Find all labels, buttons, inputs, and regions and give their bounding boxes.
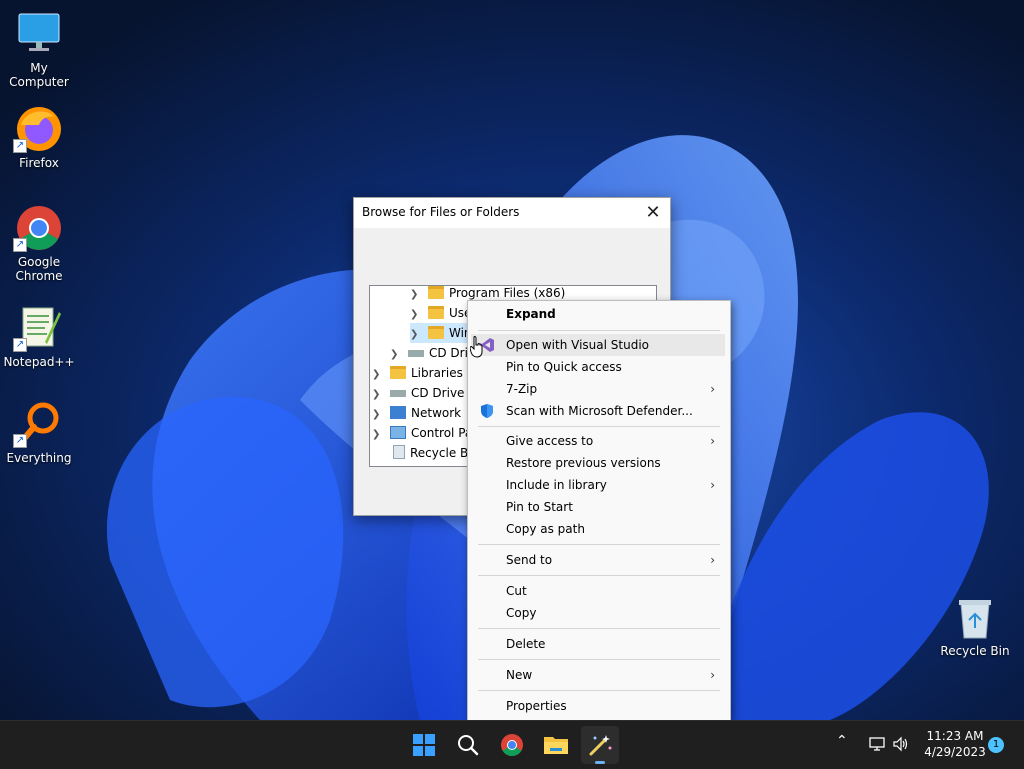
taskbar-search-button[interactable]: [449, 726, 487, 764]
chevron-right-icon: ›: [710, 668, 715, 682]
menu-item-delete[interactable]: Delete: [471, 633, 725, 655]
chevron-right-icon: ›: [710, 478, 715, 492]
hand-cursor-icon: [469, 336, 484, 358]
desktop-icon-notepadpp[interactable]: ↗ Notepad++: [0, 304, 78, 369]
desktop-icon-label: Everything: [6, 451, 72, 465]
taskbar-active-app-button[interactable]: [581, 726, 619, 764]
menu-separator: [478, 690, 720, 691]
desktop-icon-my-computer[interactable]: My Computer: [0, 10, 78, 89]
shortcut-arrow-icon: ↗: [13, 238, 27, 252]
chevron-right-icon[interactable]: ❯: [372, 385, 382, 405]
monitor-icon: [15, 10, 63, 58]
desktop-icon-google-chrome[interactable]: ↗ Google Chrome: [0, 204, 78, 283]
folder-icon: [428, 326, 444, 339]
menu-item-new[interactable]: New ›: [471, 664, 725, 686]
library-icon: [390, 366, 406, 379]
menu-separator: [478, 575, 720, 576]
desktop-icon-recycle-bin[interactable]: Recycle Bin: [938, 596, 1012, 658]
chevron-right-icon: ›: [710, 553, 715, 567]
shortcut-arrow-icon: ↗: [13, 139, 27, 153]
menu-item-copy-as-path[interactable]: Copy as path: [471, 518, 725, 540]
chevron-right-icon[interactable]: ❯: [410, 305, 420, 325]
menu-item-expand[interactable]: Expand: [471, 303, 725, 325]
dialog-title: Browse for Files or Folders: [362, 205, 520, 219]
chevron-right-icon[interactable]: ❯: [372, 425, 382, 445]
search-magnifier-icon: ↗: [13, 400, 63, 448]
tree-item-network[interactable]: ❯ Network: [372, 403, 461, 423]
control-panel-icon: [390, 426, 406, 439]
chevron-right-icon: ›: [710, 434, 715, 448]
chevron-right-icon[interactable]: ❯: [372, 365, 382, 385]
start-button[interactable]: [405, 726, 443, 764]
menu-item-send-to[interactable]: Send to ›: [471, 549, 725, 571]
defender-shield-icon: [479, 403, 495, 419]
tree-item-cd-drive-d[interactable]: ❯ CD Drive (D: [372, 383, 482, 403]
desktop-icon-label: My Computer: [9, 61, 69, 89]
chevron-right-icon[interactable]: ❯: [410, 286, 420, 305]
desktop-icon-label: Google Chrome: [15, 255, 63, 283]
tree-item-recycle-bin[interactable]: Recycle Bin: [372, 443, 479, 463]
chrome-icon: [493, 734, 531, 767]
desktop-icon-everything[interactable]: ↗ Everything: [0, 400, 78, 465]
menu-item-pin-to-quick-access[interactable]: Pin to Quick access: [471, 356, 725, 378]
firefox-icon: ↗: [13, 105, 63, 153]
shortcut-arrow-icon: ↗: [13, 338, 27, 352]
shortcut-arrow-icon: ↗: [13, 434, 27, 448]
desktop-icon-label: Recycle Bin: [940, 644, 1010, 658]
menu-item-include-in-library[interactable]: Include in library ›: [471, 474, 725, 496]
chevron-right-icon[interactable]: ❯: [390, 345, 400, 365]
system-clock[interactable]: 11:23 AM 4/29/2023: [918, 728, 992, 760]
magic-wand-app-icon: [581, 735, 619, 767]
chevron-right-icon: ›: [710, 382, 715, 396]
menu-item-copy[interactable]: Copy: [471, 602, 725, 624]
menu-item-restore-previous-versions[interactable]: Restore previous versions: [471, 452, 725, 474]
taskbar-chrome-button[interactable]: [493, 726, 531, 764]
tree-item-cd-drive[interactable]: ❯ CD Driv: [390, 343, 475, 363]
menu-separator: [478, 628, 720, 629]
recycle-bin-icon: [955, 596, 995, 640]
context-menu: Expand Open with Visual Studio Pin to Qu…: [467, 300, 731, 721]
menu-item-open-with-visual-studio[interactable]: Open with Visual Studio: [471, 334, 725, 356]
menu-item-scan-with-defender[interactable]: Scan with Microsoft Defender...: [471, 400, 725, 422]
drive-icon: [408, 350, 424, 357]
menu-item-give-access-to[interactable]: Give access to ›: [471, 430, 725, 452]
file-explorer-icon: [537, 737, 575, 767]
tray-overflow-chevron-icon[interactable]: ⌃: [836, 733, 848, 749]
volume-icon[interactable]: [892, 735, 910, 756]
clock-time: 11:23 AM: [926, 729, 984, 743]
dialog-titlebar[interactable]: Browse for Files or Folders ✕: [354, 198, 670, 228]
recycle-bin-icon: [393, 445, 405, 459]
network-icon[interactable]: [868, 735, 886, 756]
menu-separator: [478, 426, 720, 427]
start-icon: [405, 734, 443, 767]
menu-separator: [478, 330, 720, 331]
menu-item-cut[interactable]: Cut: [471, 580, 725, 602]
menu-item-7zip[interactable]: 7-Zip ›: [471, 378, 725, 400]
folder-icon: [428, 286, 444, 299]
menu-item-properties[interactable]: Properties: [471, 695, 725, 717]
drive-icon: [390, 390, 406, 397]
chrome-icon: ↗: [13, 204, 63, 252]
network-icon: [390, 406, 406, 419]
chevron-right-icon[interactable]: ❯: [410, 325, 420, 345]
folder-icon: [428, 306, 444, 319]
desktop-icon-label: Firefox: [19, 156, 59, 170]
chevron-right-icon[interactable]: ❯: [372, 405, 382, 425]
taskbar: ⌃ 11:23 AM 4/29/2023 1: [0, 720, 1024, 769]
search-icon: [449, 735, 487, 767]
menu-separator: [478, 659, 720, 660]
taskbar-file-explorer-button[interactable]: [537, 726, 575, 764]
tree-item-libraries[interactable]: ❯ Libraries: [372, 363, 463, 383]
clock-date: 4/29/2023: [924, 745, 986, 759]
desktop-icon-firefox[interactable]: ↗ Firefox: [0, 105, 78, 170]
notification-badge[interactable]: 1: [988, 737, 1004, 753]
menu-item-pin-to-start[interactable]: Pin to Start: [471, 496, 725, 518]
notepadpp-icon: ↗: [13, 304, 63, 352]
tree-item-control-panel[interactable]: ❯ Control Pan: [372, 423, 480, 443]
desktop-icon-label: Notepad++: [3, 355, 75, 369]
tree-item-users[interactable]: ❯ Use: [410, 303, 471, 323]
menu-separator: [478, 544, 720, 545]
close-icon[interactable]: ✕: [640, 201, 666, 225]
